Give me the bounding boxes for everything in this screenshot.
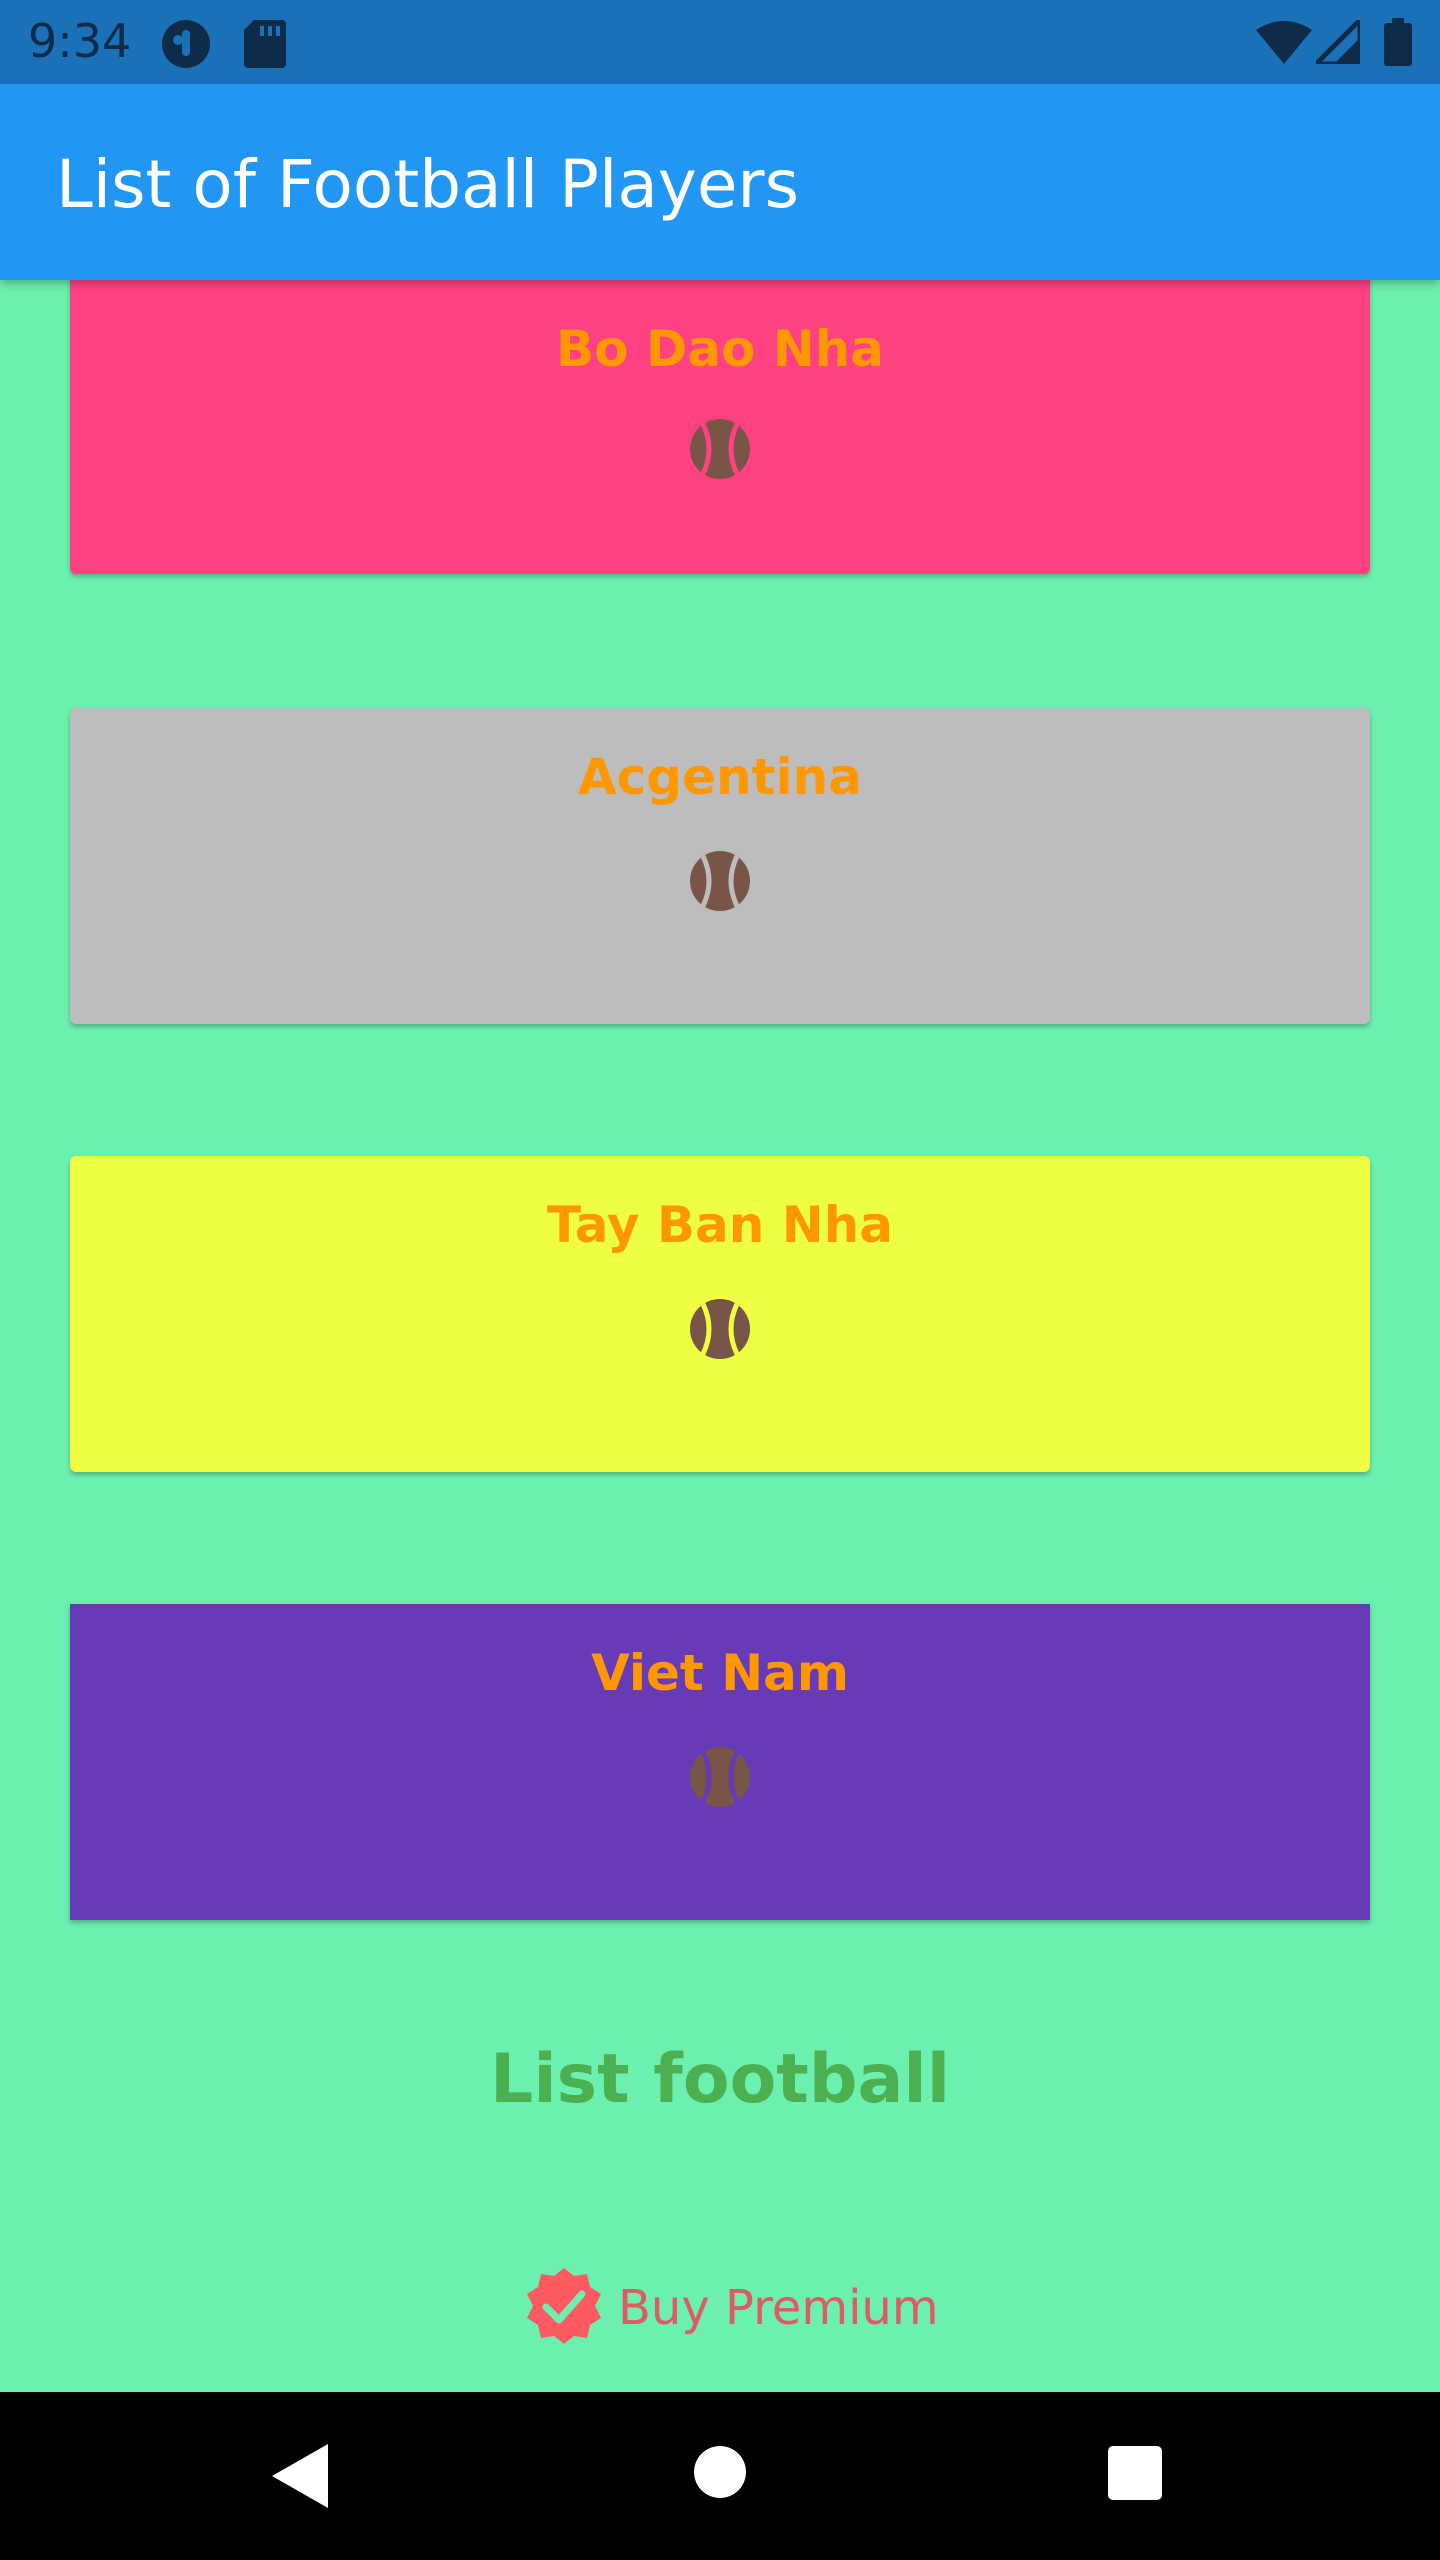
card-viet-nam[interactable]: Viet Nam bbox=[70, 1604, 1370, 1920]
card-title: Bo Dao Nha bbox=[555, 320, 885, 378]
wifi-icon bbox=[1256, 20, 1312, 69]
signal-icon bbox=[1309, 13, 1363, 69]
list-football-title: List football bbox=[490, 2040, 950, 2119]
buy-premium-button[interactable]: Buy Premium bbox=[524, 2266, 939, 2351]
card-acgentina[interactable]: Acgentina bbox=[70, 708, 1370, 1024]
card-title: Viet Nam bbox=[591, 1644, 849, 1702]
sports-ball-icon bbox=[689, 1298, 751, 1360]
home-icon[interactable] bbox=[694, 2446, 746, 2503]
status-time: 9:34 bbox=[28, 14, 132, 68]
status-bar: 9:34 bbox=[0, 0, 1440, 84]
page-title: List of Football Players bbox=[56, 146, 799, 223]
verified-badge-icon bbox=[524, 2266, 604, 2351]
card-bo-dao-nha[interactable]: Bo Dao Nha bbox=[70, 270, 1370, 574]
media-icon bbox=[160, 18, 212, 75]
card-title: Tay Ban Nha bbox=[547, 1196, 893, 1254]
sd-card-icon bbox=[244, 18, 286, 73]
buy-premium-label: Buy Premium bbox=[618, 2280, 939, 2336]
card-tay-ban-nha[interactable]: Tay Ban Nha bbox=[70, 1156, 1370, 1472]
recents-icon[interactable] bbox=[1108, 2446, 1162, 2505]
battery-icon bbox=[1384, 18, 1412, 71]
back-icon[interactable] bbox=[272, 2444, 328, 2513]
app-bar: List of Football Players bbox=[0, 84, 1440, 280]
sports-ball-icon bbox=[689, 418, 751, 480]
sports-ball-icon bbox=[689, 850, 751, 912]
navigation-bar bbox=[0, 2392, 1440, 2560]
sports-ball-icon bbox=[689, 1746, 751, 1808]
card-title: Acgentina bbox=[577, 748, 862, 806]
